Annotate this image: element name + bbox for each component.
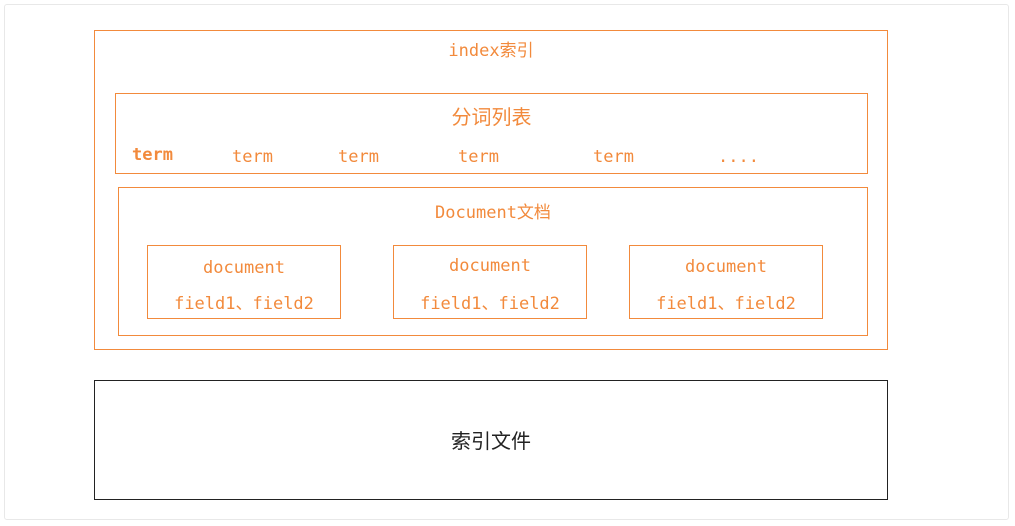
document-list-title: Document文档: [435, 203, 551, 223]
term-list-title: 分词列表: [451, 105, 532, 129]
document-name: document: [685, 257, 767, 277]
document-fields: field1、field2: [656, 294, 796, 314]
document-box: document field1、field2: [147, 245, 341, 319]
document-name: document: [449, 256, 531, 276]
document-box: document field1、field2: [393, 245, 587, 319]
document-name: document: [203, 258, 285, 278]
term-list-box: 分词列表 term term term term term ....: [115, 93, 868, 174]
document-fields: field1、field2: [174, 294, 314, 314]
document-box: document field1、field2: [629, 245, 823, 319]
term-item: term: [338, 147, 379, 167]
document-fields: field1、field2: [420, 294, 560, 314]
term-item-ellipsis: ....: [718, 147, 759, 167]
index-file-title: 索引文件: [451, 429, 531, 453]
term-item: term: [232, 147, 273, 167]
term-item: term: [132, 145, 173, 165]
term-item: term: [458, 147, 499, 167]
index-title: index索引: [448, 41, 534, 61]
index-file-box: 索引文件: [94, 380, 888, 500]
term-item: term: [593, 147, 634, 167]
